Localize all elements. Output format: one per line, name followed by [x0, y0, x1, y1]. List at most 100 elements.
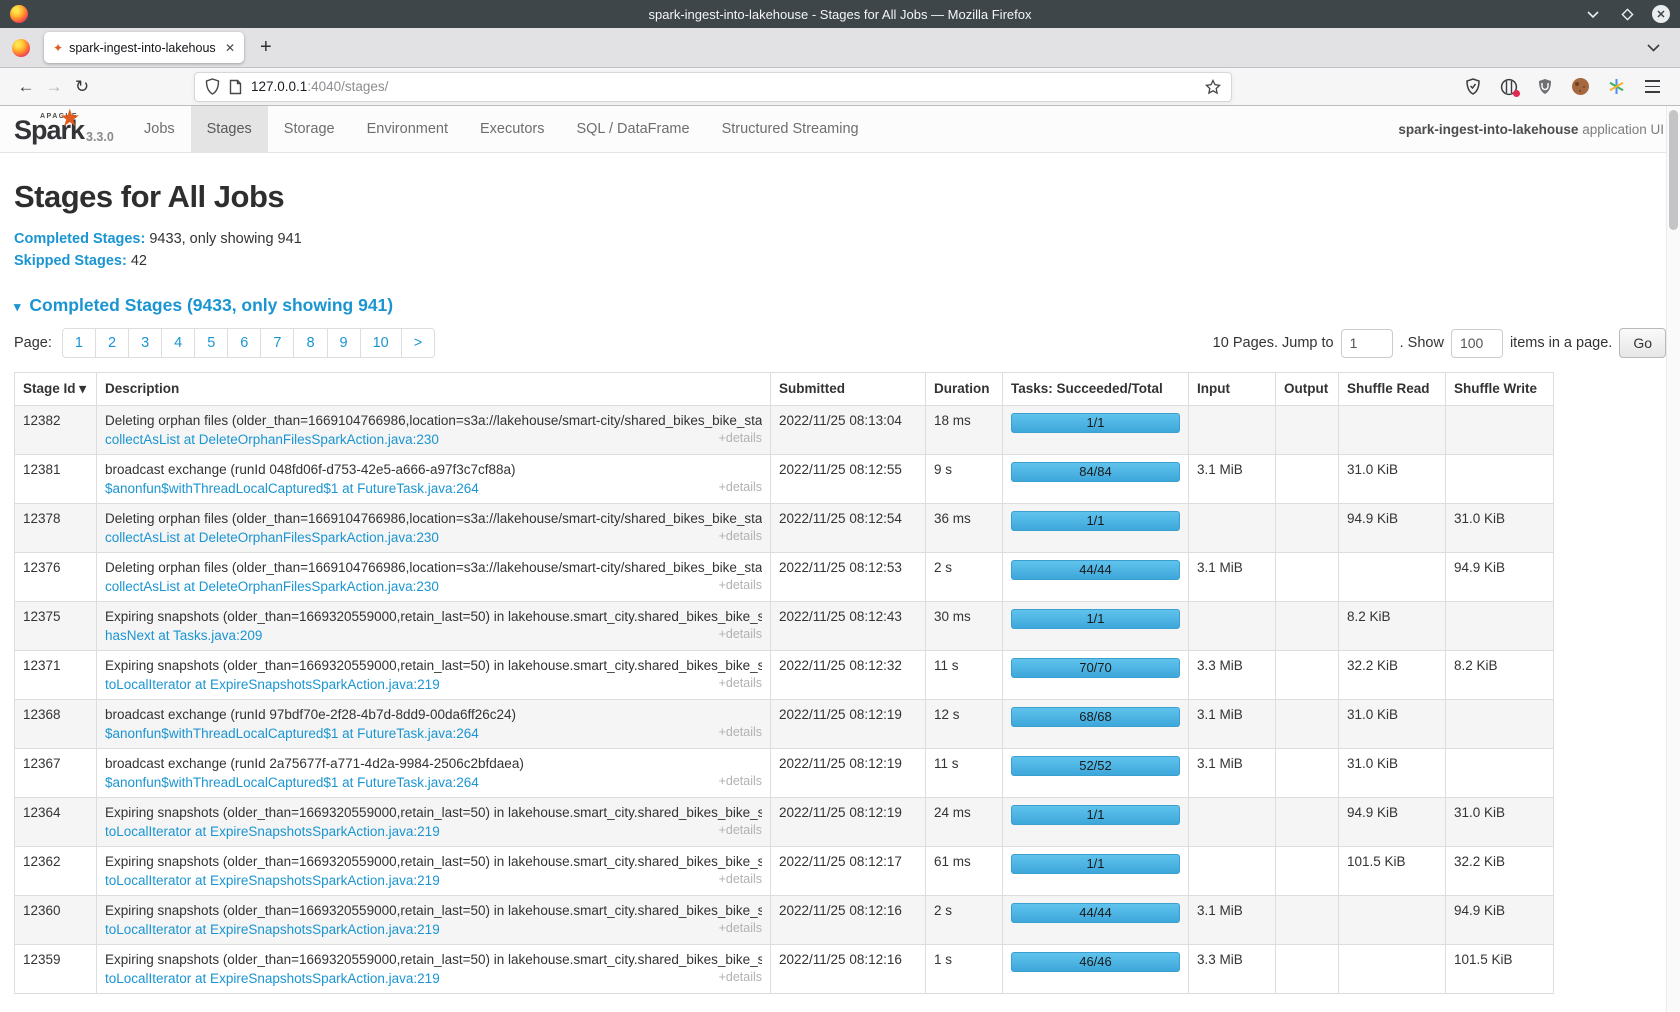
- tab-close-icon[interactable]: ✕: [225, 41, 235, 55]
- shuffle-write-cell: 8.2 KiB: [1446, 651, 1554, 700]
- page-button-8[interactable]: 8: [293, 328, 327, 358]
- duration-cell: 61 ms: [926, 847, 1003, 896]
- cookie-extension-icon[interactable]: [1571, 77, 1590, 96]
- header-stage-id[interactable]: Stage Id ▾: [15, 373, 97, 406]
- header-duration[interactable]: Duration: [926, 373, 1003, 406]
- new-tab-button[interactable]: +: [260, 36, 272, 59]
- stage-description: Deleting orphan files (older_than=166910…: [105, 413, 762, 428]
- submitted-cell: 2022/11/25 08:12:16: [771, 945, 926, 994]
- page-title: Stages for All Jobs: [14, 179, 1666, 215]
- stage-callsite-link[interactable]: toLocalIterator at ExpireSnapshotsSparkA…: [105, 824, 440, 839]
- page-button-9[interactable]: 9: [327, 328, 361, 358]
- stage-callsite-link[interactable]: $anonfun$withThreadLocalCaptured$1 at Fu…: [105, 481, 479, 496]
- details-toggle[interactable]: +details: [719, 529, 762, 543]
- show-label: . Show: [1400, 335, 1444, 351]
- page-button-5[interactable]: 5: [194, 328, 228, 358]
- header-shuffle-write[interactable]: Shuffle Write: [1446, 373, 1554, 406]
- completed-stages-section-header[interactable]: ▾ Completed Stages (9433, only showing 9…: [14, 295, 1666, 316]
- browser-tab[interactable]: ✦ spark-ingest-into-lakehous ✕: [44, 32, 244, 63]
- page-button-1[interactable]: 1: [62, 328, 96, 358]
- stage-description: Expiring snapshots (older_than=166932055…: [105, 658, 762, 673]
- page-button->[interactable]: >: [401, 328, 435, 358]
- back-button[interactable]: ←: [12, 73, 40, 101]
- stage-callsite-link[interactable]: toLocalIterator at ExpireSnapshotsSparkA…: [105, 922, 440, 937]
- shuffle-write-cell: 94.9 KiB: [1446, 553, 1554, 602]
- header-shuffle-read[interactable]: Shuffle Read: [1339, 373, 1446, 406]
- nav-item-sql-dataframe[interactable]: SQL / DataFrame: [560, 106, 705, 152]
- header-input[interactable]: Input: [1189, 373, 1276, 406]
- details-toggle[interactable]: +details: [719, 578, 762, 592]
- header-tasks[interactable]: Tasks: Succeeded/Total: [1003, 373, 1189, 406]
- output-cell: [1276, 651, 1339, 700]
- details-toggle[interactable]: +details: [719, 872, 762, 886]
- forward-button[interactable]: →: [40, 73, 68, 101]
- stage-callsite-link[interactable]: $anonfun$withThreadLocalCaptured$1 at Fu…: [105, 726, 479, 741]
- maximize-button[interactable]: [1618, 5, 1636, 23]
- items-per-page-input[interactable]: [1451, 329, 1503, 358]
- nav-item-environment[interactable]: Environment: [351, 106, 464, 152]
- stage-id-value: 12378: [23, 511, 61, 526]
- spark-logo[interactable]: APACHE Spark ★ 3.3.0: [0, 106, 128, 152]
- tasks-cell: 1/1: [1003, 504, 1189, 553]
- close-button[interactable]: ✕: [1652, 5, 1670, 23]
- container-extension-icon[interactable]: [1499, 77, 1518, 96]
- tasks-cell: 84/84: [1003, 455, 1189, 504]
- header-output[interactable]: Output: [1276, 373, 1339, 406]
- scrollbar[interactable]: [1666, 106, 1680, 1012]
- page-button-7[interactable]: 7: [260, 328, 294, 358]
- output-cell: [1276, 896, 1339, 945]
- output-cell: [1276, 602, 1339, 651]
- page-button-4[interactable]: 4: [161, 328, 195, 358]
- bookmark-star-icon[interactable]: [1205, 79, 1221, 95]
- nav-item-storage[interactable]: Storage: [268, 106, 351, 152]
- page-button-10[interactable]: 10: [360, 328, 402, 358]
- completed-stages-link[interactable]: Completed Stages:: [14, 231, 145, 247]
- ublock-extension-icon[interactable]: [1535, 77, 1554, 96]
- stage-callsite-link[interactable]: toLocalIterator at ExpireSnapshotsSparkA…: [105, 873, 440, 888]
- stage-callsite-link[interactable]: toLocalIterator at ExpireSnapshotsSparkA…: [105, 971, 440, 986]
- reload-button[interactable]: ↻: [68, 73, 96, 101]
- header-description[interactable]: Description: [97, 373, 771, 406]
- shuffle-read-cell: 31.0 KiB: [1339, 700, 1446, 749]
- nav-item-jobs[interactable]: Jobs: [128, 106, 191, 152]
- stage-callsite-link[interactable]: collectAsList at DeleteOrphanFilesSparkA…: [105, 530, 439, 545]
- details-toggle[interactable]: +details: [719, 627, 762, 641]
- shield-icon[interactable]: [205, 78, 220, 95]
- details-toggle[interactable]: +details: [719, 774, 762, 788]
- stage-callsite-link[interactable]: collectAsList at DeleteOrphanFilesSparkA…: [105, 579, 439, 594]
- details-toggle[interactable]: +details: [719, 431, 762, 445]
- stage-callsite-link[interactable]: toLocalIterator at ExpireSnapshotsSparkA…: [105, 677, 440, 692]
- stage-description: broadcast exchange (runId 048fd06f-d753-…: [105, 462, 762, 477]
- tab-list-chevron-icon[interactable]: [1647, 43, 1660, 52]
- minimize-button[interactable]: [1584, 5, 1602, 23]
- nav-item-stages[interactable]: Stages: [191, 106, 268, 152]
- details-toggle[interactable]: +details: [719, 921, 762, 935]
- details-toggle[interactable]: +details: [719, 480, 762, 494]
- details-toggle[interactable]: +details: [719, 725, 762, 739]
- stage-callsite-link[interactable]: $anonfun$withThreadLocalCaptured$1 at Fu…: [105, 775, 479, 790]
- page-button-6[interactable]: 6: [227, 328, 261, 358]
- stage-callsite-link[interactable]: collectAsList at DeleteOrphanFilesSparkA…: [105, 432, 439, 447]
- stage-id-cell: 12368: [15, 700, 97, 749]
- colorful-asterisk-extension-icon[interactable]: [1607, 77, 1626, 96]
- submitted-cell: 2022/11/25 08:12:19: [771, 798, 926, 847]
- tasks-progress-bar: 70/70: [1011, 658, 1180, 678]
- nav-item-structured-streaming[interactable]: Structured Streaming: [706, 106, 875, 152]
- go-button[interactable]: Go: [1619, 328, 1666, 358]
- url-bar[interactable]: 127.0.0.1:4040/stages/: [194, 72, 1232, 102]
- skipped-stages-link[interactable]: Skipped Stages:: [14, 253, 127, 269]
- shield-check-extension-icon[interactable]: [1463, 77, 1482, 96]
- nav-item-executors[interactable]: Executors: [464, 106, 560, 152]
- stage-id-value: 12376: [23, 560, 61, 575]
- stage-callsite-link[interactable]: hasNext at Tasks.java:209: [105, 628, 262, 643]
- details-toggle[interactable]: +details: [719, 676, 762, 690]
- scrollbar-thumb[interactable]: [1669, 110, 1678, 230]
- menu-button[interactable]: [1643, 77, 1662, 96]
- page-info-icon[interactable]: [229, 79, 242, 95]
- header-submitted[interactable]: Submitted: [771, 373, 926, 406]
- page-button-2[interactable]: 2: [95, 328, 129, 358]
- details-toggle[interactable]: +details: [719, 823, 762, 837]
- jump-to-page-input[interactable]: [1341, 329, 1393, 358]
- page-button-3[interactable]: 3: [128, 328, 162, 358]
- details-toggle[interactable]: +details: [719, 970, 762, 984]
